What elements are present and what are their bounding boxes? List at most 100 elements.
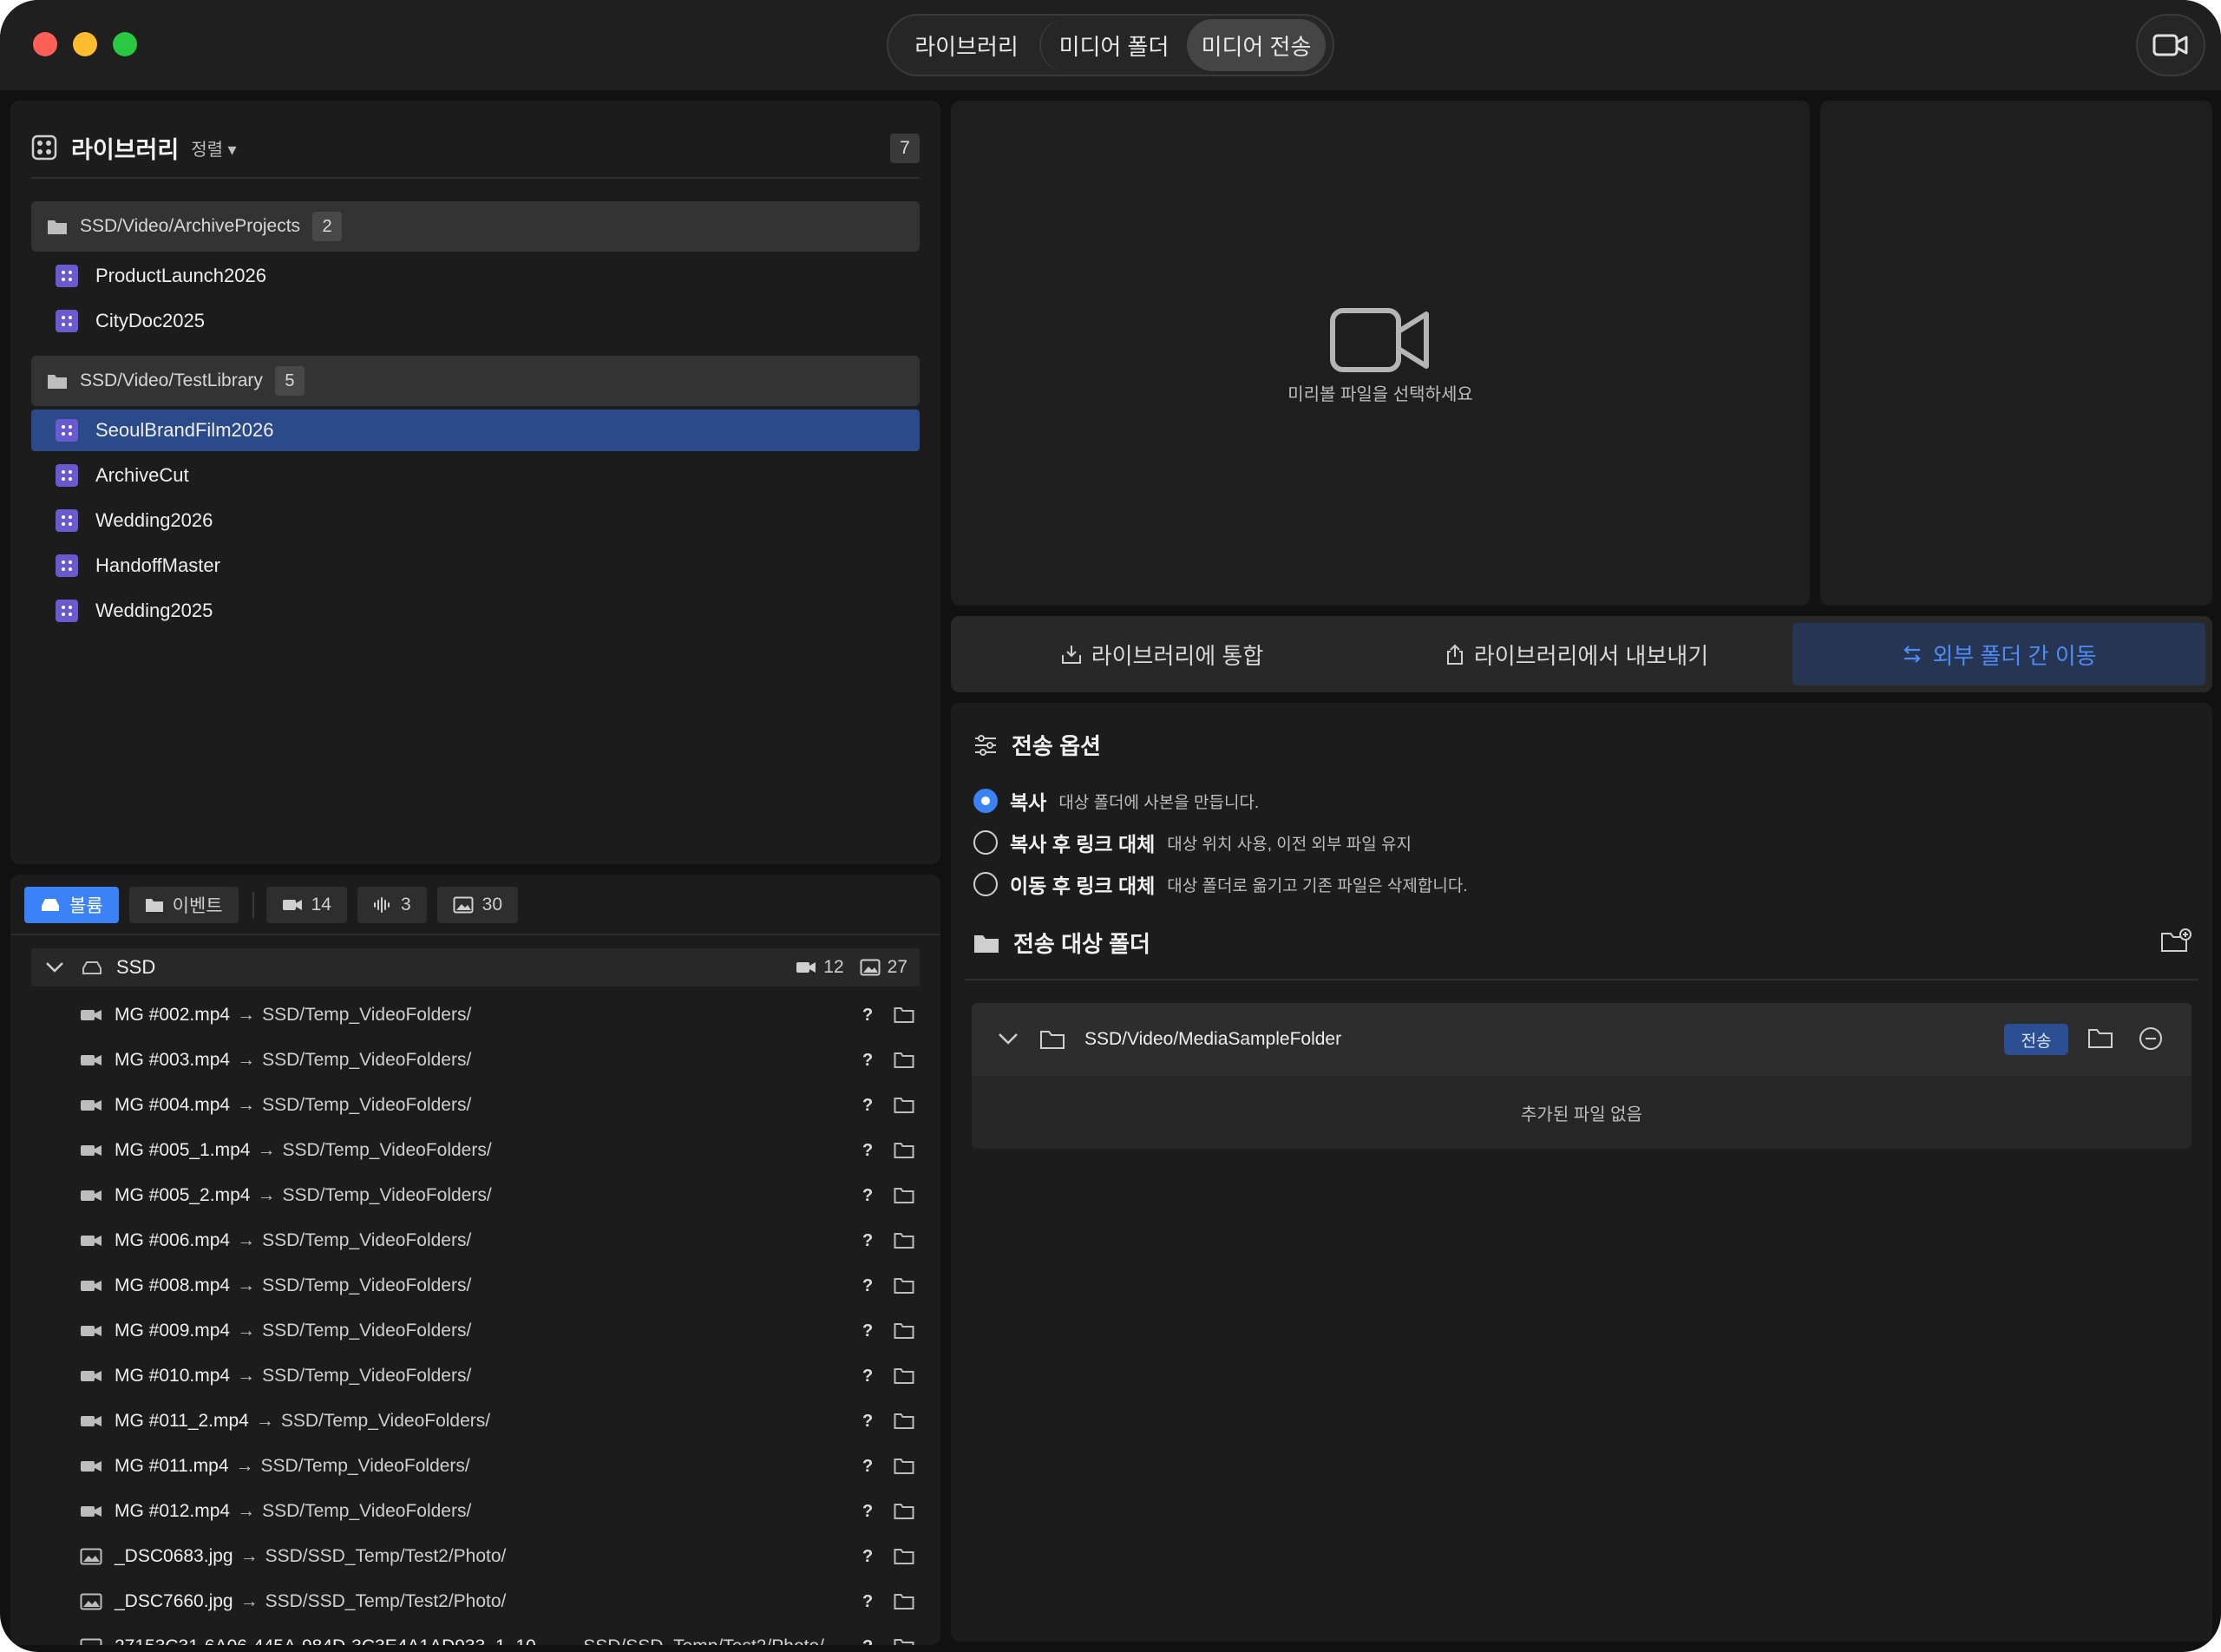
arrow-right-icon: → — [237, 1050, 256, 1070]
sort-button[interactable]: 정렬 ▾ — [191, 135, 236, 161]
library-file-icon — [56, 600, 78, 622]
library-file-icon — [56, 509, 78, 532]
folder-icon[interactable] — [894, 1052, 914, 1069]
file-destination: SSD/Temp_VideoFolders/ — [262, 1005, 472, 1025]
library-item[interactable]: CityDoc2025 — [31, 300, 920, 342]
arrow-right-icon: → — [237, 1005, 256, 1025]
close-window-button[interactable] — [33, 32, 57, 56]
video-camera-icon — [1330, 308, 1429, 372]
file-row[interactable]: MG #012.mp4 → SSD/Temp_VideoFolders/? — [31, 1489, 920, 1534]
folder-icon[interactable] — [894, 1006, 914, 1024]
file-row[interactable]: MG #002.mp4 → SSD/Temp_VideoFolders/? — [31, 993, 920, 1038]
library-item[interactable]: HandoffMaster — [31, 545, 920, 587]
transfer-button[interactable]: 전송 — [2004, 1024, 2068, 1055]
file-row[interactable]: MG #006.mp4 → SSD/Temp_VideoFolders/? — [31, 1218, 920, 1263]
file-row[interactable]: 27153C31-6A06-445A-984D-3C3E4A1AD933_1_1… — [31, 1624, 920, 1645]
file-row[interactable]: MG #011_2.mp4 → SSD/Temp_VideoFolders/? — [31, 1399, 920, 1444]
folder-icon[interactable] — [894, 1142, 914, 1159]
camera-button[interactable] — [2136, 14, 2205, 76]
file-row[interactable]: MG #005_2.mp4 → SSD/Temp_VideoFolders/? — [31, 1173, 920, 1218]
library-count-badge: 7 — [890, 134, 920, 163]
video-icon — [81, 1461, 102, 1472]
option-copy[interactable]: 복사 대상 폴더에 사본을 만듭니다. — [973, 786, 1259, 816]
file-destination: SSD/Temp_VideoFolders/ — [262, 1501, 472, 1521]
folder-icon[interactable] — [894, 1232, 914, 1249]
library-item-selected[interactable]: SeoulBrandFilm2026 — [31, 410, 920, 451]
option-copy-relink[interactable]: 복사 후 링크 대체 대상 위치 사용, 이전 외부 파일 유지 — [973, 828, 1412, 857]
file-row[interactable]: MG #010.mp4 → SSD/Temp_VideoFolders/? — [31, 1354, 920, 1399]
segment-media-transfer[interactable]: 미디어 전송 — [1187, 19, 1326, 71]
remove-circle-icon[interactable] — [2138, 1026, 2164, 1052]
file-row[interactable]: MG #008.mp4 → SSD/Temp_VideoFolders/? — [31, 1263, 920, 1308]
folder-icon[interactable] — [894, 1322, 914, 1340]
folder-icon[interactable] — [894, 1413, 914, 1430]
video-icon — [81, 1236, 102, 1246]
segment-library[interactable]: 라이브러리 — [894, 19, 1039, 71]
file-row[interactable]: _DSC0683.jpg → SSD/SSD_Temp/Test2/Photo/? — [31, 1534, 920, 1579]
drive-icon — [82, 961, 102, 974]
library-item[interactable]: ArchiveCut — [31, 455, 920, 496]
file-row[interactable]: _DSC7660.jpg → SSD/SSD_Temp/Test2/Photo/? — [31, 1579, 920, 1624]
zoom-window-button[interactable] — [113, 32, 137, 56]
segment-media-folder[interactable]: 미디어 폴더 — [1039, 19, 1187, 71]
folder-icon[interactable] — [894, 1593, 914, 1610]
video-icon — [81, 1145, 102, 1156]
file-row[interactable]: MG #005_1.mp4 → SSD/Temp_VideoFolders/? — [31, 1128, 920, 1173]
file-row[interactable]: MG #003.mp4 → SSD/Temp_VideoFolders/? — [31, 1038, 920, 1083]
file-status: ? — [862, 1185, 874, 1205]
library-item[interactable]: Wedding2025 — [31, 590, 920, 632]
minimize-window-button[interactable] — [73, 32, 97, 56]
folder-icon[interactable] — [894, 1367, 914, 1385]
tab-audio-filter[interactable]: 3 — [357, 887, 427, 923]
option-copy-relink-title: 복사 후 링크 대체 — [1010, 833, 1156, 856]
option-move-relink[interactable]: 이동 후 링크 대체 대상 폴더로 옮기고 기존 파일은 삭제합니다. — [973, 869, 1468, 899]
folder-icon[interactable] — [894, 1638, 914, 1645]
open-folder-icon[interactable] — [2087, 1027, 2113, 1050]
folder-icon[interactable] — [894, 1503, 914, 1520]
transfer-panel: 전송 옵션 복사 대상 폴더에 사본을 만듭니다. 복사 후 링크 대체 대상 … — [951, 703, 2212, 1642]
tab-export-library[interactable]: 라이브러리에서 내보내기 — [1373, 623, 1780, 685]
new-folder-icon[interactable] — [2160, 928, 2192, 954]
file-status: ? — [862, 1366, 874, 1386]
library-file-icon — [56, 464, 78, 487]
file-status: ? — [862, 1637, 873, 1646]
radio-move-relink[interactable] — [973, 872, 998, 896]
destination-folder-row[interactable]: SSD/Video/MediaSampleFolder 전송 — [972, 1003, 2192, 1076]
sliders-icon — [975, 734, 996, 756]
video-icon — [282, 900, 302, 910]
chevron-down-icon[interactable] — [45, 961, 64, 974]
volume-row[interactable]: SSD 12 27 — [31, 948, 920, 987]
file-destination: SSD/Temp_VideoFolders/ — [262, 1275, 472, 1295]
library-item[interactable]: ProductLaunch2026 — [31, 255, 920, 297]
folder-icon[interactable] — [894, 1548, 914, 1565]
file-status: ? — [862, 1501, 874, 1521]
tab-video-filter[interactable]: 14 — [265, 887, 347, 923]
file-destination: SSD/Temp_VideoFolders/ — [282, 1140, 492, 1160]
tab-image-filter[interactable]: 30 — [436, 887, 519, 923]
chevron-down-icon[interactable] — [998, 1032, 1019, 1046]
files-panel: 볼륨 이벤트 14 3 30 SSD 12 27 MG #002.mp4 → S… — [10, 875, 940, 1645]
tab-event[interactable]: 이벤트 — [128, 887, 239, 923]
tab-volume[interactable]: 볼륨 — [24, 887, 119, 923]
library-group-header[interactable]: SSD/Video/ArchiveProjects 2 — [31, 201, 920, 252]
file-status: ? — [862, 1095, 874, 1115]
file-row[interactable]: MG #004.mp4 → SSD/Temp_VideoFolders/? — [31, 1083, 920, 1128]
library-item-name: ArchiveCut — [95, 464, 189, 486]
tab-move-external[interactable]: 외부 폴더 간 이동 — [1792, 623, 2205, 685]
tab-integrate-library[interactable]: 라이브러리에 통합 — [958, 623, 1366, 685]
arrow-right-icon: → — [239, 1546, 259, 1566]
video-icon — [81, 1190, 102, 1201]
radio-copy[interactable] — [973, 789, 998, 813]
file-name: MG #005_2.mp4 — [115, 1185, 251, 1205]
folder-icon[interactable] — [894, 1187, 914, 1204]
radio-copy-relink[interactable] — [973, 830, 998, 855]
folder-icon[interactable] — [894, 1458, 914, 1475]
library-group-header[interactable]: SSD/Video/TestLibrary 5 — [31, 356, 920, 406]
folder-icon[interactable] — [894, 1097, 914, 1114]
library-item[interactable]: Wedding2026 — [31, 500, 920, 541]
file-row[interactable]: MG #011.mp4 → SSD/Temp_VideoFolders/? — [31, 1444, 920, 1489]
arrow-right-icon: → — [255, 1411, 274, 1431]
library-item-name: SeoulBrandFilm2026 — [95, 419, 274, 441]
file-row[interactable]: MG #009.mp4 → SSD/Temp_VideoFolders/? — [31, 1308, 920, 1354]
folder-icon[interactable] — [894, 1277, 914, 1295]
